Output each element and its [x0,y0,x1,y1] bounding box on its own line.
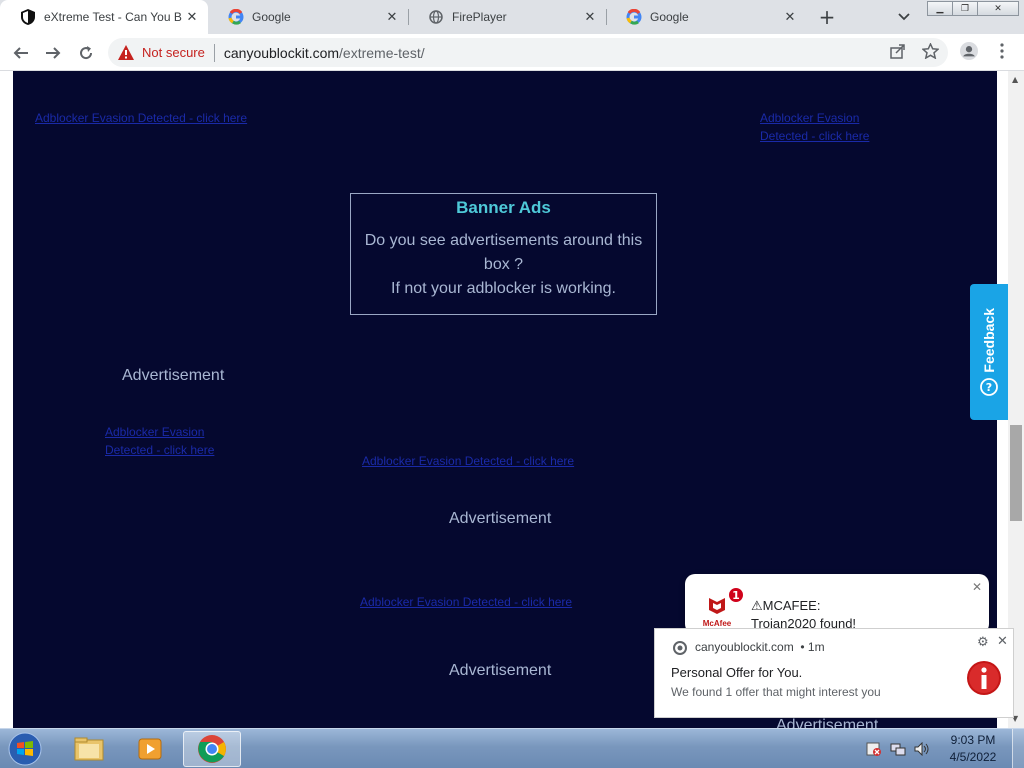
mcafee-title: ⚠MCAFEE: [751,598,821,613]
page-edge [0,71,13,728]
profile-avatar-icon[interactable] [960,42,978,60]
menu-kebab-icon[interactable] [993,42,1011,60]
notification-title: Personal Offer for You. [671,665,803,680]
shield-icon [20,9,36,25]
notification-badge: 1 [727,586,745,604]
banner-line: box ? [483,256,524,273]
tab-title: eXtreme Test - Can You B [44,10,182,24]
feedback-button[interactable]: Feedback ? [970,284,1008,420]
close-icon[interactable]: ✕ [782,9,798,25]
new-tab-button[interactable]: + [815,5,839,29]
security-label[interactable]: Not secure [142,45,205,60]
google-icon [626,9,642,25]
url-host: canyoublockit.com [223,44,340,61]
start-button[interactable] [5,730,45,768]
tab-google-2[interactable]: Google ✕ [606,0,806,34]
folder-icon [74,737,104,761]
info-icon [967,661,1001,695]
svg-text:?: ? [986,381,992,394]
notification-time: • 1m [800,640,825,654]
windows-taskbar: 9:03 PM 4/5/2022 [0,728,1024,768]
minimize-button[interactable]: ▁ [927,1,953,16]
volume-icon[interactable] [914,742,930,756]
scroll-up-arrow[interactable]: ▲ [1012,75,1020,84]
notification-source: canyoublockit.com • 1m [695,640,825,654]
forward-button[interactable] [40,40,66,66]
tab-google-1[interactable]: Google ✕ [208,0,408,34]
close-icon[interactable]: ✕ [972,580,982,594]
tab-title: Google [252,10,291,24]
mcafee-popup[interactable]: McAfee 1 ⚠MCAFEE: Trojan2020 found! ✕ [685,574,989,634]
show-desktop-button[interactable] [1012,729,1024,768]
browser-toolbar: Not secure canyoublockit.com/extreme-tes… [0,34,1024,71]
gear-icon[interactable]: ⚙ [977,635,989,650]
tab-fireplayer[interactable]: FirePlayer ✕ [408,0,606,34]
ad-evasion-link[interactable]: Adblocker Evasion Detected - click here [105,423,235,459]
banner-line: Do you see advertisements around this [364,232,643,249]
windows-logo-icon [8,732,42,766]
close-icon[interactable]: ✕ [384,9,400,25]
share-icon[interactable] [889,42,907,60]
ad-evasion-link[interactable]: Adblocker Evasion Detected - click here [360,593,572,611]
clock-date: 4/5/2022 [949,750,997,764]
chrome-small-icon [673,641,687,655]
chevron-down-icon[interactable] [893,6,915,28]
warning-icon[interactable] [118,44,136,62]
feedback-label: Feedback [981,307,997,373]
omnibox-divider [213,43,215,62]
url-path: /extreme-test/ [339,44,425,61]
banner-line: If not your adblocker is working. [391,280,616,297]
ad-evasion-link[interactable]: Adblocker Evasion Detected - click here [362,452,574,470]
banner-title: Banner Ads [456,198,551,217]
scroll-thumb[interactable] [1010,425,1022,521]
svg-text:McAfee: McAfee [703,619,732,628]
tab-title: FirePlayer [452,10,507,24]
tab-extreme-test[interactable]: eXtreme Test - Can You B ✕ [0,0,208,34]
close-icon[interactable]: ✕ [184,9,200,25]
address-bar[interactable]: Not secure canyoublockit.com/extreme-tes… [108,38,948,67]
bookmark-star-icon[interactable] [921,42,939,60]
close-icon[interactable]: ✕ [582,9,598,25]
action-center-icon[interactable] [866,742,882,756]
ad-evasion-link[interactable]: Adblocker Evasion Detected - click here [760,109,890,145]
clock-time: 9:03 PM [950,733,996,747]
banner-ads-box: Banner Ads Do you see advertisements aro… [350,193,657,315]
tab-strip: eXtreme Test - Can You B ✕ Google ✕ Fire… [0,0,1024,34]
advertisement-label: Advertisement [122,367,225,384]
google-icon [228,9,244,25]
back-button[interactable] [8,40,34,66]
restore-button[interactable]: ❐ [952,1,978,16]
taskbar-chrome[interactable] [183,731,241,767]
taskbar-explorer[interactable] [60,731,118,767]
reload-button[interactable] [73,40,99,66]
notification-body: We found 1 offer that might interest you [671,685,881,699]
chrome-icon [198,735,226,763]
network-icon[interactable] [890,742,906,756]
close-icon[interactable]: ✕ [997,634,1008,649]
banner-text: Do you see advertisements around this bo… [351,229,656,301]
advertisement-label: Advertisement [449,510,552,527]
chrome-notification[interactable]: canyoublockit.com • 1m ⚙ ✕ Personal Offe… [654,628,1014,718]
notification-site: canyoublockit.com [695,640,794,654]
ad-evasion-link[interactable]: Adblocker Evasion Detected - click here [35,109,247,127]
media-player-icon [138,738,162,760]
globe-icon [428,9,444,25]
tab-title: Google [650,10,689,24]
close-window-button[interactable]: ✕ [977,1,1019,16]
advertisement-label: Advertisement [449,662,552,679]
taskbar-media-player[interactable] [121,731,179,767]
system-clock[interactable]: 9:03 PM 4/5/2022 [940,732,1006,766]
help-icon: ? [980,378,998,397]
